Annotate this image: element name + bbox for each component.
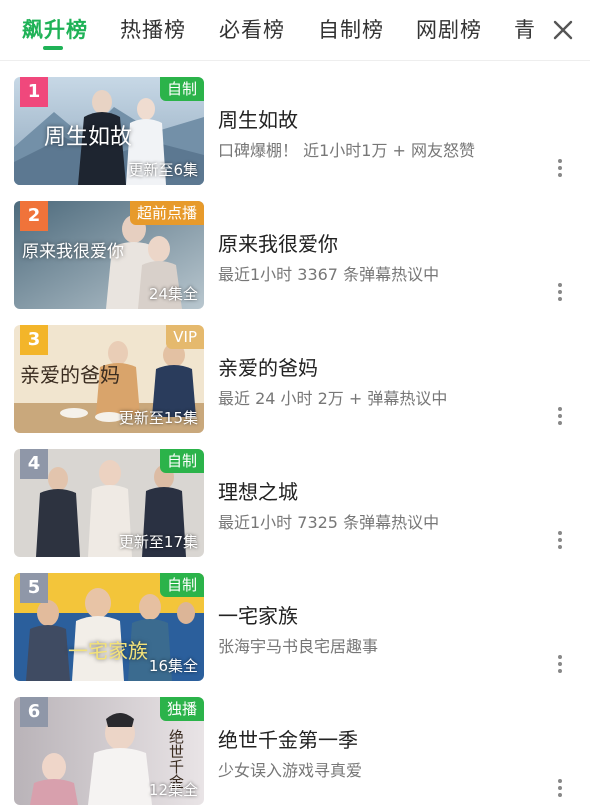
show-description: 最近1小时 7325 条弹幕热议中 <box>218 513 440 532</box>
status-badge: 超前点播 <box>129 201 204 225</box>
rank-badge: 5 <box>20 573 48 603</box>
rank-badge: 6 <box>20 697 48 727</box>
episode-count: 24集全 <box>148 285 198 303</box>
status-badge: 自制 <box>159 573 204 597</box>
episode-count: 更新至6集 <box>128 161 198 179</box>
episode-count: 更新至17集 <box>118 533 198 551</box>
poster-title-text: 亲爱的爸妈 <box>20 363 120 387</box>
episode-count: 16集全 <box>148 657 198 675</box>
poster-thumbnail[interactable]: 绝世千金 6 独播 12集全 <box>14 697 204 805</box>
show-description: 张海宇马书良宅居趣事 <box>218 637 379 656</box>
list-item[interactable]: 4 自制 更新至17集 理想之城 最近1小时 7325 条弹幕热议中 <box>0 434 590 558</box>
list-item[interactable]: 周生如故 1 自制 更新至6集 周生如故 口碑爆棚！ 近1小时1万 + 网友怒赞 <box>0 62 590 186</box>
rank-badge: 1 <box>20 77 48 107</box>
poster-thumbnail[interactable]: 原来我很爱你 2 超前点播 24集全 <box>14 201 204 309</box>
rank-badge: 3 <box>20 325 48 355</box>
show-title[interactable]: 一宅家族 <box>218 600 298 629</box>
more-options-icon[interactable] <box>552 779 568 801</box>
active-tab-indicator <box>43 46 63 50</box>
more-options-icon[interactable] <box>552 159 568 181</box>
list-item[interactable]: 一宅家族 5 自制 16集全 一宅家族 张海宇马书良宅居趣事 <box>0 558 590 682</box>
poster-title-text: 原来我很爱你 <box>22 242 124 262</box>
status-badge: 自制 <box>159 449 204 473</box>
poster-thumbnail[interactable]: 4 自制 更新至17集 <box>14 449 204 557</box>
show-title[interactable]: 绝世千金第一季 <box>218 724 358 753</box>
status-badge: 自制 <box>159 77 204 101</box>
poster-title-text: 周生如故 <box>44 125 133 150</box>
status-badge: 独播 <box>159 697 204 721</box>
category-tab-bar: 飙升榜 热播榜 必看榜 自制榜 网剧榜 青 <box>0 0 590 61</box>
close-icon[interactable] <box>551 18 575 42</box>
more-options-icon[interactable] <box>552 283 568 305</box>
tab-youth[interactable]: 青 <box>514 14 536 44</box>
show-description: 少女误入游戏寻真爱 <box>218 761 363 780</box>
tab-must-watch[interactable]: 必看榜 <box>219 14 285 44</box>
more-options-icon[interactable] <box>552 655 568 677</box>
rank-badge: 2 <box>20 201 48 231</box>
show-title[interactable]: 亲爱的爸妈 <box>218 352 318 381</box>
list-item[interactable]: 亲爱的爸妈 3 VIP 更新至15集 亲爱的爸妈 最近 24 小时 2万 + 弹… <box>0 310 590 434</box>
show-title[interactable]: 原来我很爱你 <box>218 228 338 257</box>
tab-rising[interactable]: 飙升榜 <box>22 14 88 44</box>
episode-count: 更新至15集 <box>118 409 198 427</box>
poster-thumbnail[interactable]: 一宅家族 5 自制 16集全 <box>14 573 204 681</box>
show-description: 最近 24 小时 2万 + 弹幕热议中 <box>218 389 448 408</box>
poster-title-text: 一宅家族 <box>68 639 148 663</box>
show-title[interactable]: 理想之城 <box>218 476 298 505</box>
episode-count: 12集全 <box>148 781 198 799</box>
tab-original[interactable]: 自制榜 <box>318 14 384 44</box>
show-title[interactable]: 周生如故 <box>218 104 298 133</box>
show-description: 口碑爆棚！ 近1小时1万 + 网友怒赞 <box>218 141 476 160</box>
list-item[interactable]: 绝世千金 6 独播 12集全 绝世千金第一季 少女误入游戏寻真爱 <box>0 682 590 806</box>
poster-thumbnail[interactable]: 周生如故 1 自制 更新至6集 <box>14 77 204 185</box>
tab-hot[interactable]: 热播榜 <box>120 14 186 44</box>
more-options-icon[interactable] <box>552 531 568 553</box>
tab-web-drama[interactable]: 网剧榜 <box>416 14 482 44</box>
poster-thumbnail[interactable]: 亲爱的爸妈 3 VIP 更新至15集 <box>14 325 204 433</box>
rank-badge: 4 <box>20 449 48 479</box>
show-description: 最近1小时 3367 条弹幕热议中 <box>218 265 440 284</box>
list-item[interactable]: 原来我很爱你 2 超前点播 24集全 原来我很爱你 最近1小时 3367 条弹幕… <box>0 186 590 310</box>
more-options-icon[interactable] <box>552 407 568 429</box>
status-badge: VIP <box>166 325 204 349</box>
